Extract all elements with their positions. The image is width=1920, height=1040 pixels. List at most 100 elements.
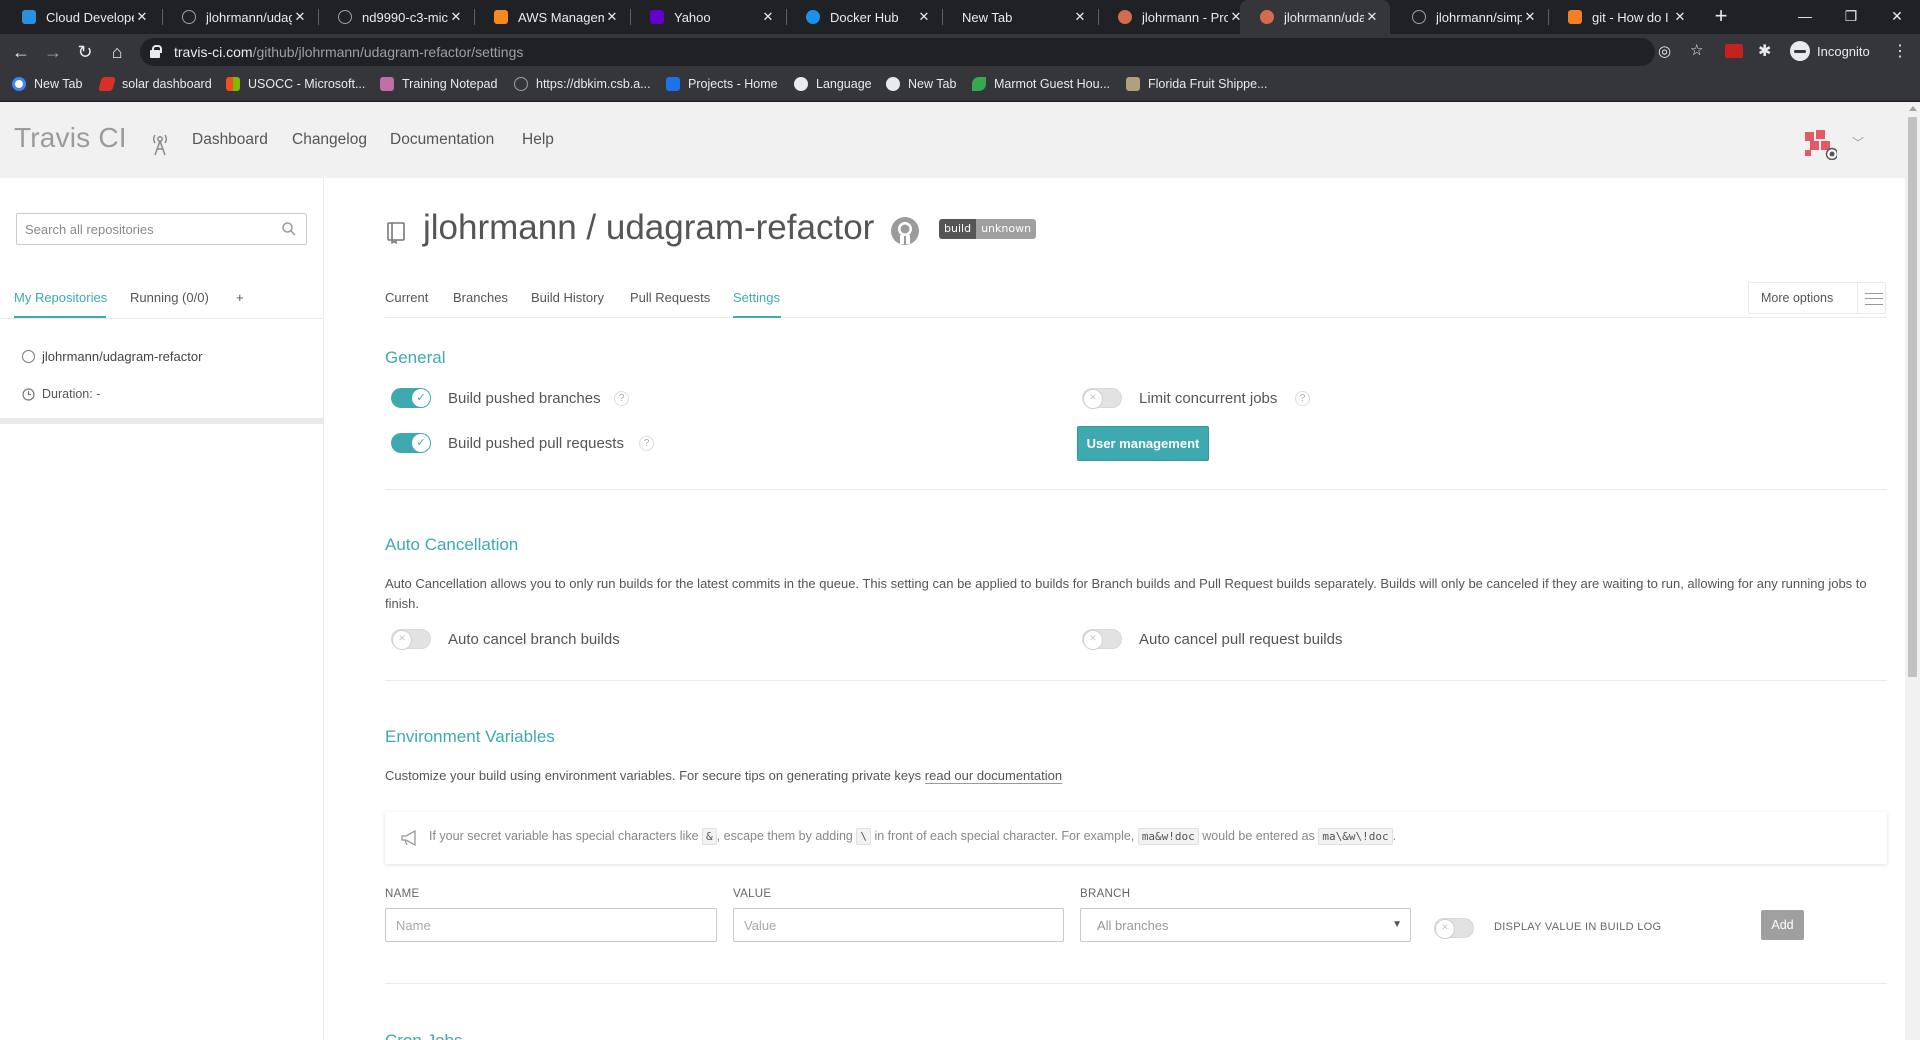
- nav-changelog[interactable]: Changelog: [292, 131, 367, 149]
- close-icon[interactable]: ✕: [1072, 9, 1088, 25]
- restore-button[interactable]: ❐: [1828, 0, 1874, 34]
- browser-tab[interactable]: jlohrmann - Profile ✕: [1098, 0, 1254, 34]
- close-icon[interactable]: ✕: [916, 9, 932, 25]
- display-value-toggle[interactable]: [1434, 918, 1474, 939]
- browser-tab[interactable]: nd9990-c3-micro ✕: [318, 0, 474, 34]
- close-window-button[interactable]: ✕: [1874, 0, 1920, 34]
- close-icon[interactable]: ✕: [760, 9, 776, 25]
- section-title-env-vars: Environment Variables: [385, 727, 555, 746]
- limit-concurrent-toggle[interactable]: [1082, 388, 1122, 409]
- add-repo-button[interactable]: +: [236, 290, 244, 305]
- bookmark[interactable]: solar dashboard: [98, 77, 212, 91]
- reload-button[interactable]: ↻: [72, 40, 98, 64]
- value-input[interactable]: [734, 909, 1063, 941]
- tab-title: git - How do I c: [1592, 9, 1672, 25]
- incognito-indicator[interactable]: Incognito: [1790, 41, 1870, 61]
- repo-duration: Duration: -: [22, 387, 100, 401]
- tab-branches[interactable]: Branches: [453, 290, 508, 305]
- address-bar[interactable]: travis-ci.com/github/jlohrmann/udagram-r…: [140, 38, 1703, 66]
- auto-cancel-branch-toggle[interactable]: [391, 629, 431, 650]
- bookmark[interactable]: Florida Fruit Shippe...: [1126, 77, 1268, 91]
- menu-icon[interactable]: ⋮: [1892, 41, 1908, 61]
- home-button[interactable]: ⌂: [104, 40, 130, 64]
- build-status-badge[interactable]: build unknown: [939, 219, 1037, 239]
- github-icon: [338, 10, 352, 24]
- user-management-button[interactable]: User management: [1077, 426, 1209, 461]
- new-tab-button[interactable]: +: [1708, 4, 1734, 30]
- bookmark[interactable]: USOCC - Microsoft...: [226, 77, 365, 91]
- browser-tab[interactable]: git - How do I c ✕: [1548, 0, 1698, 34]
- divider: [0, 418, 323, 424]
- bookmark[interactable]: New Tab: [886, 77, 956, 91]
- auto-cancel-pr-toggle[interactable]: [1082, 629, 1122, 650]
- close-icon[interactable]: ✕: [292, 9, 308, 25]
- bookmark[interactable]: Projects - Home: [666, 77, 778, 91]
- more-options-button[interactable]: More options: [1748, 282, 1886, 314]
- browser-toolbar: ← → ↻ ⌂ travis-ci.com/github/jlohrmann/u…: [0, 34, 1920, 70]
- chevron-down-icon[interactable]: ﹀: [1852, 134, 1864, 151]
- browser-tab[interactable]: jlohrmann/simple ✕: [1392, 0, 1548, 34]
- browser-tab[interactable]: Yahoo ✕: [630, 0, 786, 34]
- tab-build-history[interactable]: Build History: [531, 290, 604, 305]
- bookmark[interactable]: Language: [794, 77, 872, 91]
- eye-off-icon[interactable]: ◎: [1658, 43, 1671, 61]
- branch-select[interactable]: All branches ▼: [1080, 908, 1411, 942]
- auto-cancel-description: Auto Cancellation allows you to only run…: [385, 576, 1867, 611]
- browser-tab[interactable]: Docker Hub ✕: [786, 0, 942, 34]
- forward-button[interactable]: →: [40, 40, 66, 64]
- browser-tab[interactable]: jlohrmann/udagram ✕: [162, 0, 318, 34]
- back-button[interactable]: ←: [8, 40, 34, 64]
- browser-tab[interactable]: AWS Management ✕: [474, 0, 630, 34]
- tab-my-repositories[interactable]: My Repositories: [14, 290, 107, 305]
- docs-link[interactable]: read our documentation: [924, 768, 1063, 784]
- auto-cancel-branch-label: Auto cancel branch builds: [448, 631, 620, 648]
- browser-tab[interactable]: New Tab ✕: [942, 0, 1098, 34]
- help-icon[interactable]: ?: [639, 436, 654, 451]
- extension-icon[interactable]: [1725, 44, 1743, 58]
- close-icon[interactable]: ✕: [448, 9, 464, 25]
- bookmark[interactable]: New Tab: [12, 77, 82, 91]
- close-icon[interactable]: ✕: [1522, 9, 1538, 25]
- nav-documentation[interactable]: Documentation: [390, 131, 494, 149]
- close-icon[interactable]: ✕: [604, 9, 620, 25]
- page-scrollbar[interactable]: [1905, 102, 1920, 1040]
- scrollbar-thumb[interactable]: [1908, 117, 1917, 677]
- close-icon[interactable]: ✕: [1672, 9, 1688, 25]
- tab-current[interactable]: Current: [385, 290, 428, 305]
- name-input[interactable]: [386, 909, 716, 941]
- sidebar-repo-item[interactable]: jlohrmann/udagram-refactor: [22, 349, 202, 364]
- puzzle-icon[interactable]: ✱: [1758, 41, 1771, 61]
- help-icon[interactable]: ?: [1295, 391, 1310, 406]
- tab-settings[interactable]: Settings: [733, 290, 780, 305]
- add-env-var-button[interactable]: Add: [1761, 910, 1804, 940]
- help-icon[interactable]: ?: [614, 391, 629, 406]
- travis-logo[interactable]: Travis CI: [14, 122, 127, 154]
- browser-tab[interactable]: Cloud Developer ✕: [2, 0, 160, 34]
- bookmark[interactable]: https://dbkim.csb.a...: [514, 77, 651, 91]
- search-icon[interactable]: [282, 222, 296, 236]
- chevron-down-icon: ▼: [1392, 919, 1402, 930]
- avatar[interactable]: [1805, 130, 1837, 160]
- tab-running[interactable]: Running (0/0): [130, 290, 209, 305]
- tab-pull-requests[interactable]: Pull Requests: [630, 290, 710, 305]
- nav-dashboard[interactable]: Dashboard: [192, 131, 268, 149]
- browser-tab-active[interactable]: jlohrmann/udagram ✕: [1240, 0, 1390, 34]
- github-icon[interactable]: [890, 216, 920, 246]
- repo-search[interactable]: [16, 213, 307, 245]
- value-field[interactable]: [733, 908, 1064, 942]
- section-title-cron-jobs: Cron Jobs: [385, 1031, 462, 1040]
- nav-help[interactable]: Help: [522, 131, 554, 149]
- sidebar: My Repositories Running (0/0) + jlohrman…: [0, 178, 324, 1040]
- bookmark[interactable]: Marmot Guest Hou...: [972, 77, 1110, 91]
- close-icon[interactable]: ✕: [134, 9, 150, 25]
- build-pushed-prs-toggle[interactable]: [391, 433, 431, 453]
- name-field[interactable]: [385, 908, 717, 942]
- star-icon[interactable]: ☆: [1690, 42, 1703, 60]
- bookmark[interactable]: Training Notepad: [380, 77, 497, 91]
- broadcast-icon[interactable]: [150, 132, 170, 156]
- close-icon[interactable]: ✕: [1364, 9, 1380, 25]
- search-input[interactable]: [17, 214, 267, 244]
- scroll-up-icon[interactable]: [1909, 106, 1917, 111]
- minimize-button[interactable]: —: [1782, 0, 1828, 34]
- build-pushed-branches-toggle[interactable]: [391, 388, 431, 408]
